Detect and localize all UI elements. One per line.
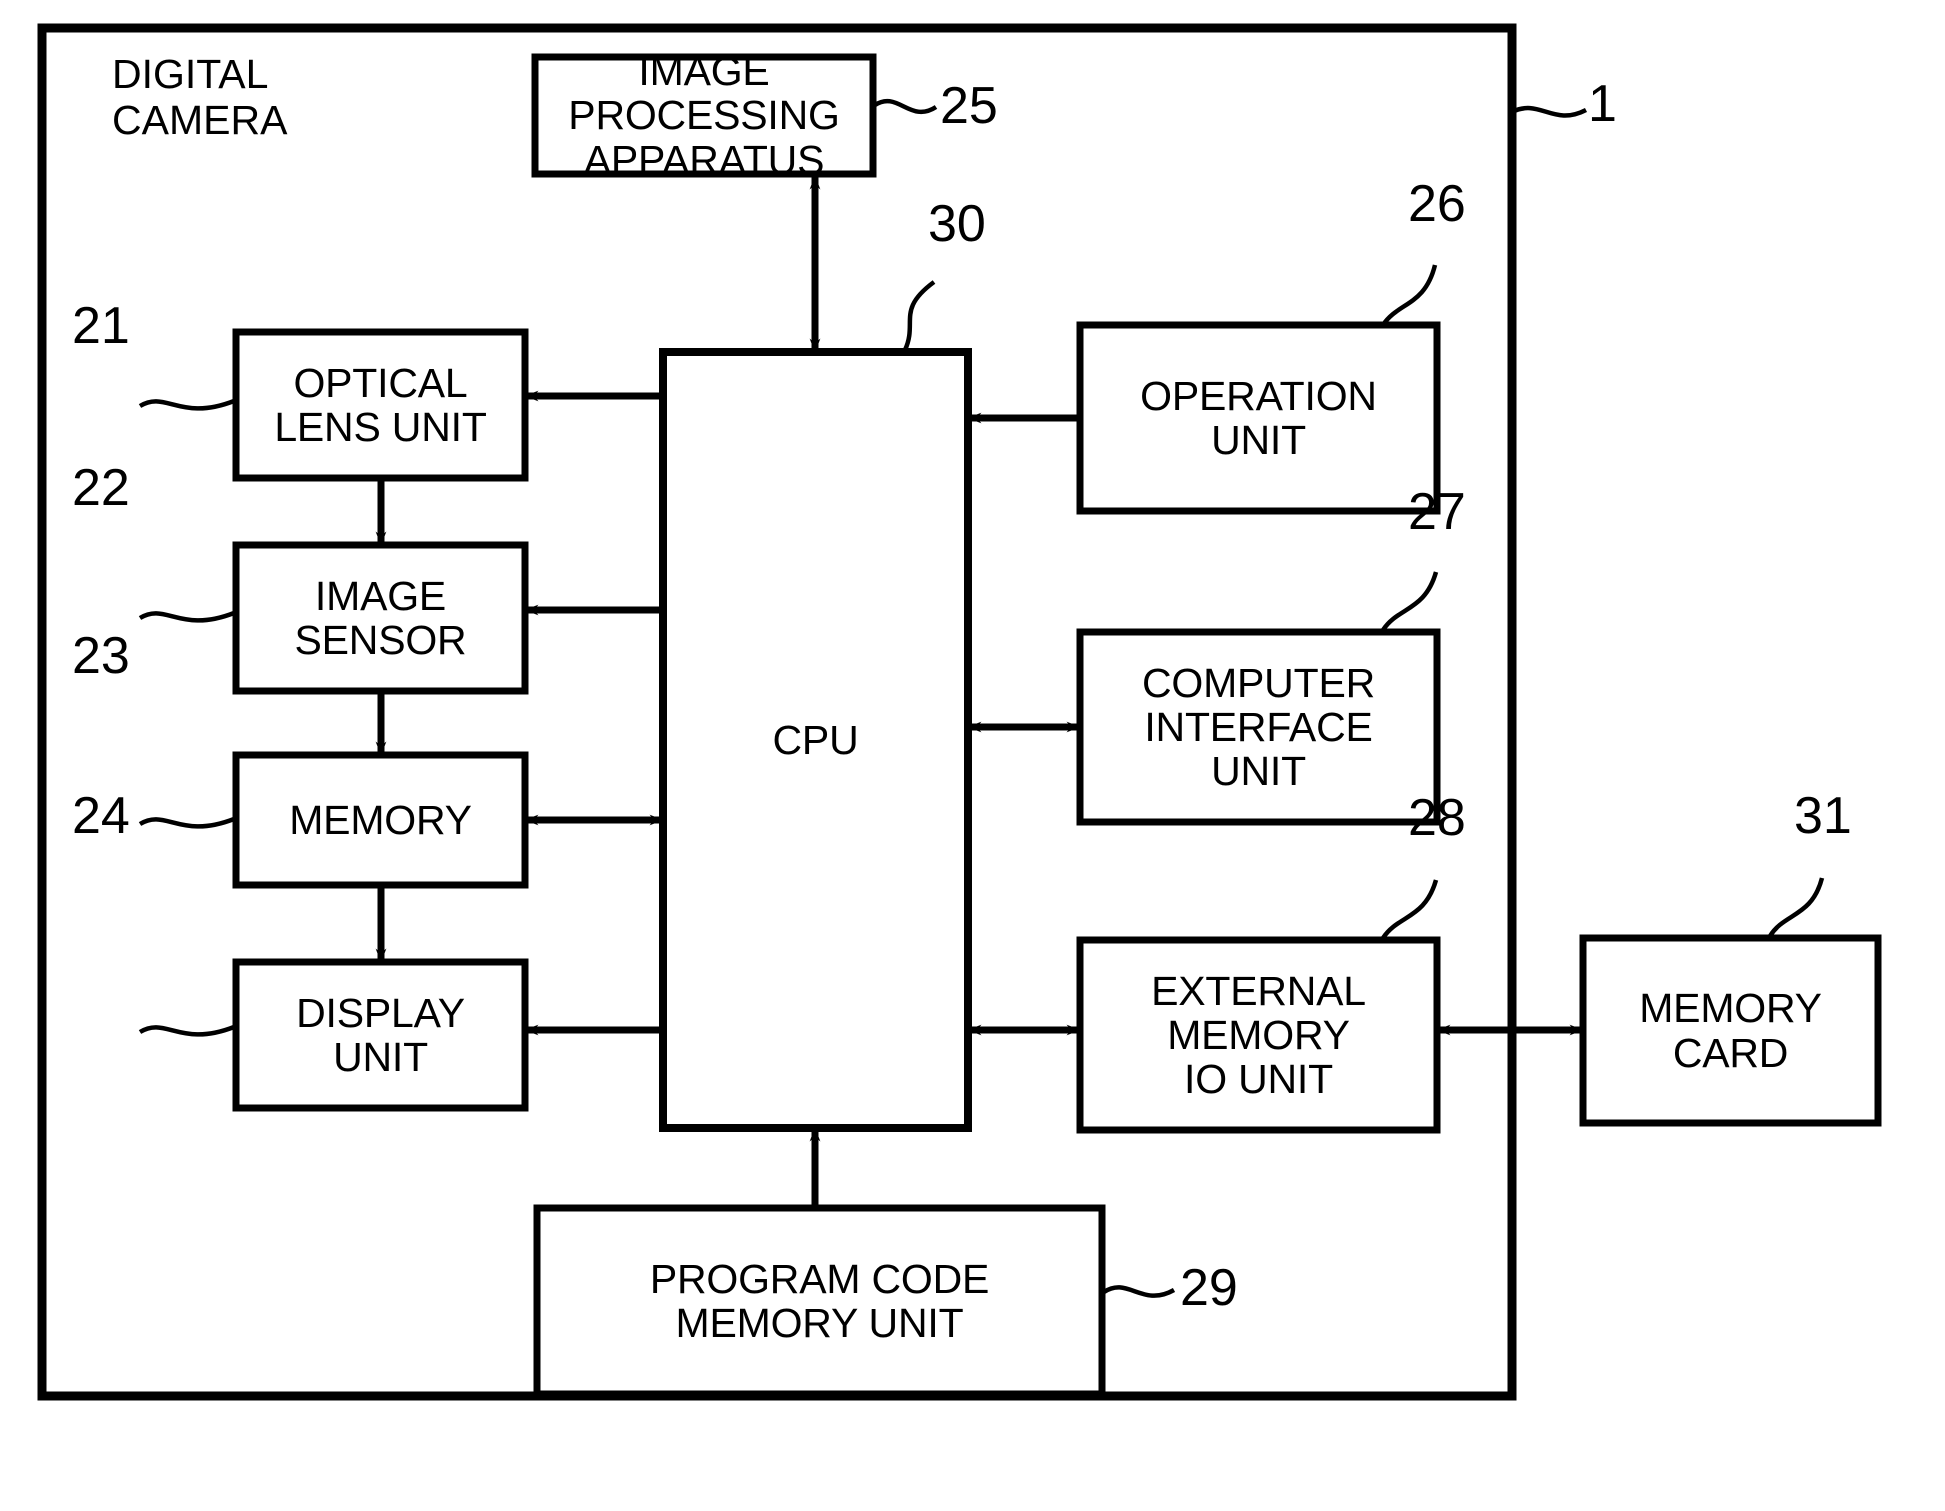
leader-line-24 [138, 1024, 235, 1037]
box-image-sensor [232, 541, 529, 695]
leader-line-29 [1102, 1285, 1176, 1298]
box-memory [232, 751, 529, 889]
reference-numeral-30: 30 [928, 195, 986, 253]
reference-numeral-24: 24 [72, 787, 130, 845]
reference-numeral-27: 27 [1408, 483, 1466, 541]
box-program-code-memory-unit [533, 1204, 1106, 1398]
reference-numeral-22: 22 [72, 459, 130, 517]
leader-line-26 [1381, 264, 1438, 327]
reference-numeral-1: 1 [1588, 75, 1617, 133]
reference-numeral-23: 23 [72, 627, 130, 685]
leader-line-28 [1381, 879, 1439, 940]
reference-numeral-31: 31 [1794, 787, 1852, 845]
leader-line-1 [1510, 105, 1588, 118]
leader-line-27 [1381, 571, 1439, 632]
box-cpu [659, 348, 972, 1132]
reference-numeral-26: 26 [1408, 175, 1466, 233]
leader-line-25 [873, 98, 938, 115]
leader-line-30 [902, 280, 936, 351]
leader-line-21 [138, 398, 235, 411]
leader-line-31 [1768, 877, 1825, 938]
system-label: DIGITAL CAMERA [112, 51, 288, 143]
box-image-processing-apparatus [531, 53, 877, 178]
reference-numeral-21: 21 [72, 297, 130, 355]
reference-numeral-28: 28 [1408, 789, 1466, 847]
box-optical-lens-unit [232, 328, 529, 482]
reference-numeral-25: 25 [940, 77, 998, 135]
leader-line-23 [138, 816, 235, 829]
box-operation-unit [1076, 321, 1441, 515]
box-computer-interface-unit [1076, 628, 1441, 826]
reference-numeral-29: 29 [1180, 1259, 1238, 1317]
box-display-unit [232, 958, 529, 1112]
box-memory-card [1579, 934, 1882, 1127]
patent-block-diagram: DIGITAL CAMERA IMAGE PROCESSING APPARATU… [0, 0, 1945, 1511]
leader-line-22 [138, 610, 235, 623]
box-external-memory-io-unit [1076, 936, 1441, 1134]
